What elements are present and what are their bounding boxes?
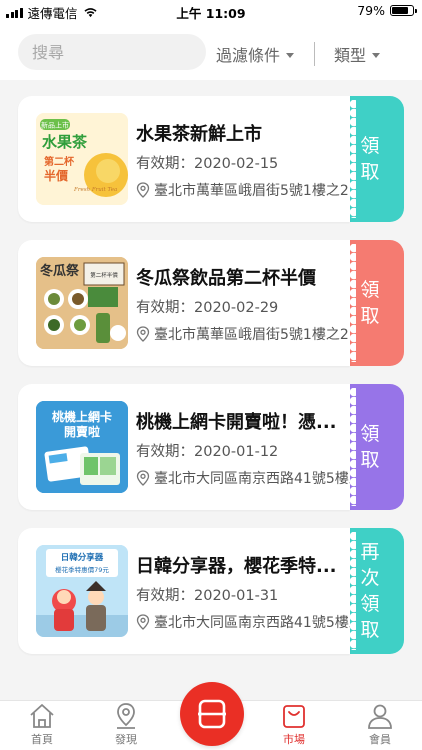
claim-label: 領取 xyxy=(360,135,380,183)
type-label: 類型 xyxy=(334,46,367,65)
location-pin-icon xyxy=(136,326,150,342)
location-pin-icon xyxy=(136,182,150,198)
coupon-title: 日韓分享器，櫻花季特... xyxy=(136,556,337,577)
address-text: 臺北市大同區南京西路41號5樓之11 xyxy=(154,615,350,631)
coupon-address: 臺北市萬華區峨眉街5號1樓之2 xyxy=(136,324,350,344)
address-text: 臺北市萬華區峨眉街5號1樓之2 xyxy=(154,327,349,343)
thumb-line2: 櫻花季特惠價79元 xyxy=(55,565,109,574)
perforation xyxy=(342,532,356,650)
coupon-thumbnail: 桃機上網卡 開賣啦 xyxy=(36,401,128,493)
filter-conditions-dropdown[interactable]: 過濾條件 xyxy=(216,42,295,66)
address-text: 臺北市萬華區峨眉街5號1樓之2 xyxy=(154,183,349,199)
address-text: 臺北市大同區南京西路41號5樓之11 xyxy=(154,471,350,487)
claim-again-label: 再次領取 xyxy=(360,541,380,641)
nav-home-label: 首頁 xyxy=(31,733,53,746)
person-icon xyxy=(368,704,392,729)
search-header: 過濾條件 類型 xyxy=(0,22,422,80)
claim-label: 領取 xyxy=(360,279,380,327)
home-icon xyxy=(30,704,54,728)
coupon-card[interactable]: 再次領取 日韓分享器 櫻花季特惠價79元 日韓分享器，櫻花季特... 有效期：2… xyxy=(18,528,404,654)
coupon-expiry: 有效期：2020-02-15 xyxy=(136,156,279,172)
nav-member-label: 會員 xyxy=(369,733,391,746)
thumb-badge: 新品上市 xyxy=(41,121,69,130)
nav-market[interactable]: 市場 xyxy=(264,701,324,750)
coupon-address: 臺北市萬華區峨眉街5號1樓之2 xyxy=(136,180,350,200)
header-divider xyxy=(314,42,315,66)
coupon-card[interactable]: 領取 新品上市 水果茶 第二杯 半價 Fresh Fruit Tea 水果茶新鮮… xyxy=(18,96,404,222)
thumb-line2: 開賣啦 xyxy=(64,424,100,439)
shopping-bag-icon xyxy=(283,705,305,728)
coupon-address: 臺北市大同區南京西路41號5樓之11 xyxy=(136,612,350,632)
thumb-line1: 水果茶 xyxy=(42,133,88,151)
coupon-expiry: 有效期：2020-01-31 xyxy=(136,588,279,604)
thumb-line3: 半價 xyxy=(44,168,69,183)
perforation xyxy=(342,100,356,218)
nav-discover[interactable]: 發現 xyxy=(96,701,156,750)
coupon-card[interactable]: 領取 冬瓜祭 第二杯半價 冬瓜祭飲品第二杯半價 有效期：2020-02-29 臺… xyxy=(18,240,404,366)
coupon-list: 領取 新品上市 水果茶 第二杯 半價 Fresh Fruit Tea 水果茶新鮮… xyxy=(0,80,422,700)
battery-icon xyxy=(390,5,417,16)
coupon-expiry: 有效期：2020-01-12 xyxy=(136,444,279,460)
coupon-thumbnail: 新品上市 水果茶 第二杯 半價 Fresh Fruit Tea xyxy=(36,113,128,205)
search-input[interactable] xyxy=(18,34,206,70)
coupon-title: 桃機上網卡開賣啦！憑... xyxy=(136,412,337,433)
coupon-card[interactable]: 領取 桃機上網卡 開賣啦 桃機上網卡開賣啦！憑... 有效期：2020-01-1… xyxy=(18,384,404,510)
scan-icon xyxy=(198,699,226,729)
scan-button[interactable] xyxy=(180,682,244,746)
thumb-line2: 第二杯半價 xyxy=(90,271,118,279)
coupon-title: 水果茶新鮮上市 xyxy=(136,124,262,145)
battery-percentage: 79% xyxy=(357,3,385,18)
map-pin-icon xyxy=(117,703,135,729)
thumb-line1: 冬瓜祭 xyxy=(40,263,80,279)
perforation xyxy=(342,244,356,362)
thumb-line2: 第二杯 xyxy=(44,155,75,168)
caret-down-icon xyxy=(286,52,295,58)
thumb-line1: 日韓分享器 xyxy=(61,552,104,563)
coupon-address: 臺北市大同區南京西路41號5樓之11 xyxy=(136,468,350,488)
thumb-script: Fresh Fruit Tea xyxy=(73,187,117,193)
perforation xyxy=(342,388,356,506)
type-dropdown[interactable]: 類型 xyxy=(334,42,381,66)
nav-discover-label: 發現 xyxy=(115,733,137,746)
coupon-expiry: 有效期：2020-02-29 xyxy=(136,300,279,316)
coupon-thumbnail: 日韓分享器 櫻花季特惠價79元 xyxy=(36,545,128,637)
location-pin-icon xyxy=(136,470,150,486)
coupon-thumbnail: 冬瓜祭 第二杯半價 xyxy=(36,257,128,349)
status-bar: 遠傳電信 上午 11:09 79% xyxy=(0,0,422,22)
nav-member[interactable]: 會員 xyxy=(350,701,410,750)
nav-home[interactable]: 首頁 xyxy=(12,701,72,750)
filter-conditions-label: 過濾條件 xyxy=(216,46,281,65)
thumb-line1: 桃機上網卡 xyxy=(52,409,112,424)
claim-label: 領取 xyxy=(360,423,380,471)
nav-market-label: 市場 xyxy=(283,733,305,746)
coupon-title: 冬瓜祭飲品第二杯半價 xyxy=(136,268,316,289)
caret-down-icon xyxy=(372,52,381,58)
location-pin-icon xyxy=(136,614,150,630)
